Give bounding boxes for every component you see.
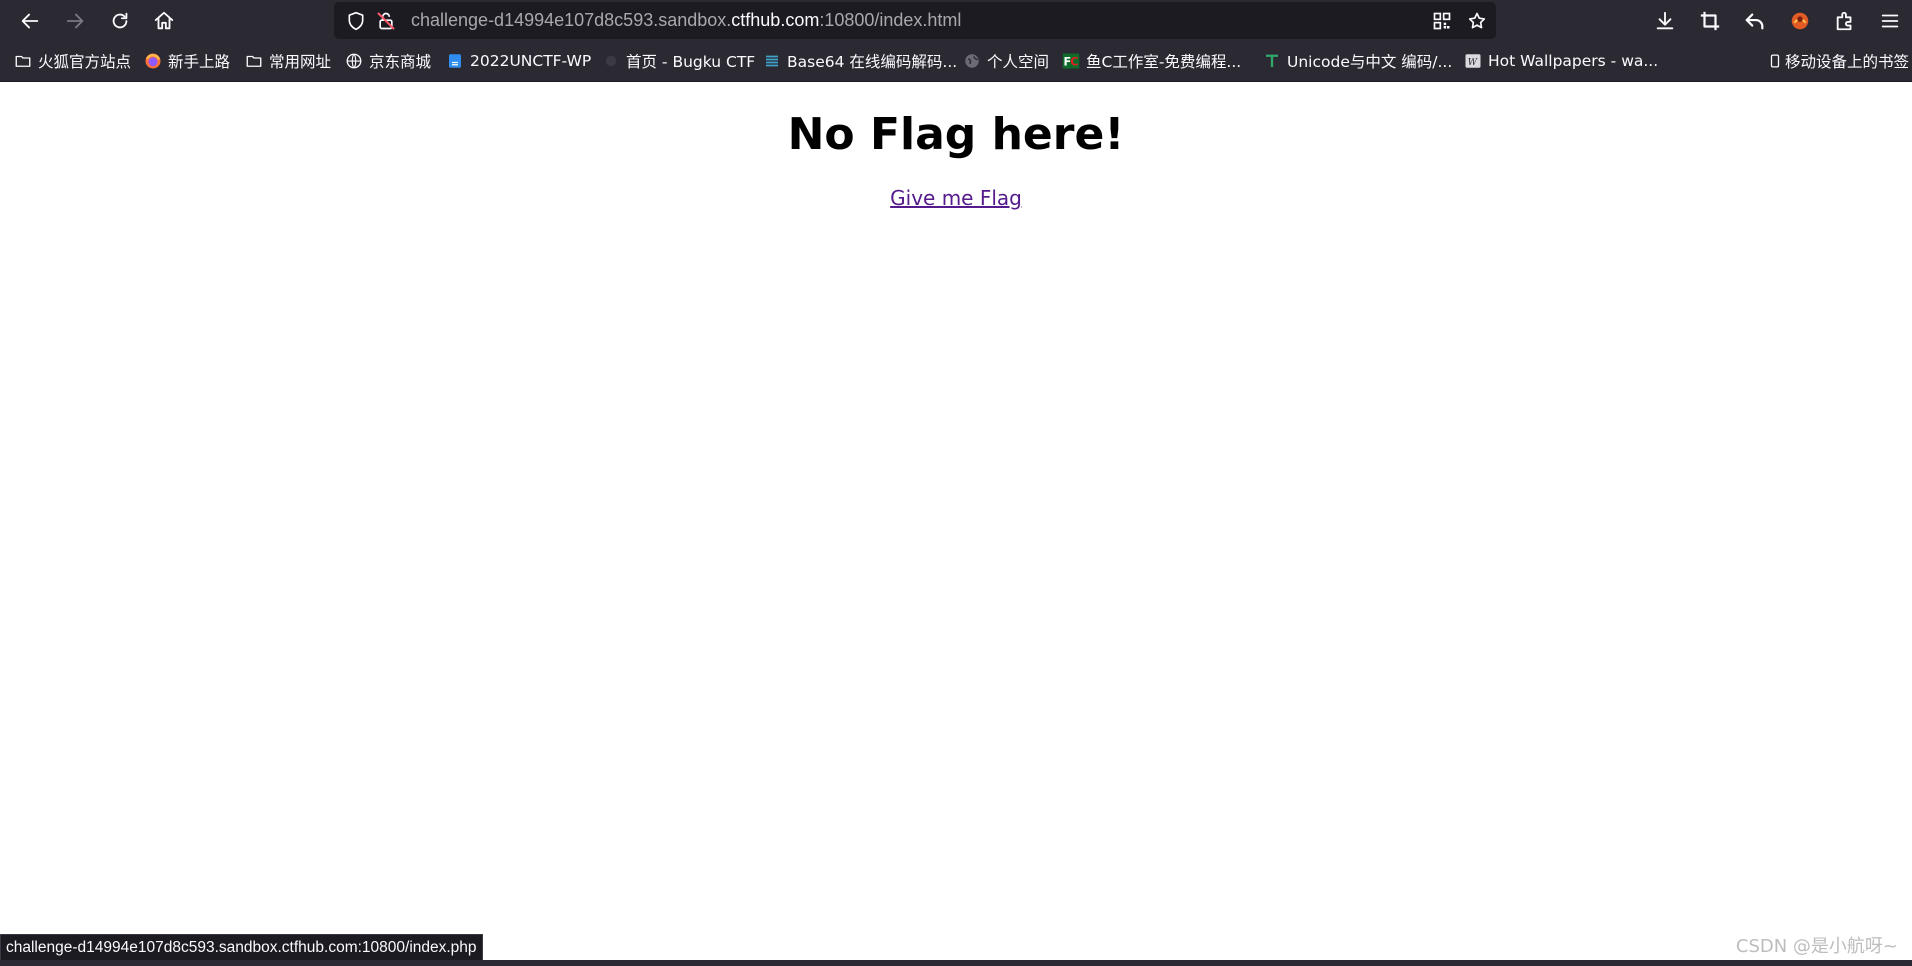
browser-toolbar: challenge-d14994e107d8c593.sandbox.ctfhu… <box>0 0 1912 41</box>
qr-code-icon <box>1433 12 1451 30</box>
page-content: No Flag here! Give me Flag <box>0 82 1912 966</box>
status-bar-url: challenge-d14994e107d8c593.sandbox.ctfhu… <box>0 934 483 961</box>
firefox-icon <box>144 52 162 70</box>
mobile-bookmarks[interactable]: 移动设备上的书签 <box>1768 41 1909 81</box>
insecure-lock-icon <box>377 12 395 30</box>
globe-icon <box>345 52 363 70</box>
bookmark-item[interactable]: 2022UNCTF-WP <box>446 41 591 81</box>
address-bar[interactable]: challenge-d14994e107d8c593.sandbox.ctfhu… <box>334 2 1496 39</box>
crop-icon <box>1700 11 1720 31</box>
home-button[interactable] <box>149 6 179 36</box>
watermark: CSDN @是小航呀~ <box>1735 936 1898 957</box>
download-icon <box>1656 11 1674 30</box>
puzzle-icon <box>1836 11 1852 31</box>
bookmark-item[interactable]: 京东商城 <box>345 41 431 81</box>
bookmark-item[interactable]: Unicode与中文 编码/... <box>1263 41 1452 81</box>
star-icon <box>1468 12 1486 29</box>
bookmark-item[interactable]: 新手上路 <box>144 41 230 81</box>
document-icon <box>446 52 464 70</box>
give-flag-container: Give me Flag <box>0 186 1912 210</box>
url-prefix: challenge-d14994e107d8c593.sandbox. <box>411 10 732 30</box>
bookmark-item[interactable]: W Hot Wallpapers - wa... <box>1464 41 1658 81</box>
bookmark-label: 常用网址 <box>269 53 332 71</box>
shield-icon <box>348 11 364 31</box>
qr-code-button[interactable] <box>1430 9 1454 33</box>
svg-text:W: W <box>1468 58 1478 68</box>
site-security-button[interactable] <box>374 9 398 33</box>
mobile-bookmarks-label: 移动设备上的书签 <box>1785 53 1910 71</box>
bookmark-label: 2022UNCTF-WP <box>470 52 592 70</box>
bookmark-label: Unicode与中文 编码/... <box>1287 53 1453 71</box>
undo-close-button[interactable] <box>1740 6 1770 36</box>
bugku-icon <box>602 52 620 70</box>
wallpaper-icon: W <box>1464 52 1482 70</box>
bookmark-star-button[interactable] <box>1465 9 1489 33</box>
hamburger-menu-icon <box>1881 14 1899 28</box>
mobile-device-icon <box>1768 52 1782 70</box>
folder-icon <box>245 52 263 70</box>
bookmarks-toolbar: 火狐官方站点 新手上路 常用网址 京东商城 2022UNCTF-WP 首页 - … <box>0 41 1912 82</box>
bookmark-item[interactable]: 个人空间 <box>963 41 1049 81</box>
page-heading: No Flag here! <box>787 109 1125 160</box>
bookmark-label: Hot Wallpapers - wa... <box>1488 52 1659 70</box>
bookmark-label: 火狐官方站点 <box>38 53 132 71</box>
bottom-edge <box>0 960 1912 966</box>
undo-arrow-icon <box>1745 13 1764 30</box>
extensions-button[interactable] <box>1830 6 1860 36</box>
account-avatar-button[interactable] <box>1785 6 1815 36</box>
bookmark-item[interactable]: 火狐官方站点 <box>14 41 131 81</box>
browser-window: challenge-d14994e107d8c593.sandbox.ctfhu… <box>0 0 1912 966</box>
tracking-protection-button[interactable] <box>344 9 368 33</box>
url-host: ctfhub.com <box>731 10 820 30</box>
give-flag-link[interactable]: Give me Flag <box>890 186 1022 210</box>
url-suffix: :10800/index.html <box>819 10 962 30</box>
downloads-button[interactable] <box>1650 6 1680 36</box>
t-icon <box>1263 52 1281 70</box>
arrow-right-icon <box>66 13 84 29</box>
base64-icon <box>763 52 781 70</box>
globe-icon <box>963 52 981 70</box>
bookmark-item[interactable]: 首页 - Bugku CTF <box>602 41 755 81</box>
bookmark-label: 新手上路 <box>168 53 231 71</box>
url-text[interactable]: challenge-d14994e107d8c593.sandbox.ctfhu… <box>411 2 961 39</box>
bookmark-label: 京东商城 <box>369 53 432 71</box>
menu-button[interactable] <box>1875 6 1905 36</box>
svg-text:C: C <box>1070 56 1078 69</box>
avatar-icon <box>1791 12 1809 30</box>
bookmark-label: 个人空间 <box>987 53 1050 71</box>
reload-icon <box>112 12 128 29</box>
bookmark-item[interactable]: FC 鱼C工作室-免费编程... <box>1062 41 1241 81</box>
fc-icon: FC <box>1062 52 1080 70</box>
bookmark-label: 首页 - Bugku CTF <box>626 53 756 71</box>
forward-button[interactable] <box>60 6 90 36</box>
reload-button[interactable] <box>105 6 135 36</box>
bookmark-item[interactable]: Base64 在线编码解码... <box>763 41 957 81</box>
folder-icon <box>14 52 32 70</box>
bookmark-label: 鱼C工作室-免费编程... <box>1086 53 1242 71</box>
screenshot-button[interactable] <box>1695 6 1725 36</box>
bookmark-item[interactable]: 常用网址 <box>245 41 331 81</box>
bookmark-label: Base64 在线编码解码... <box>787 53 958 71</box>
arrow-left-icon <box>21 13 39 29</box>
back-button[interactable] <box>15 6 45 36</box>
home-icon <box>154 11 174 30</box>
